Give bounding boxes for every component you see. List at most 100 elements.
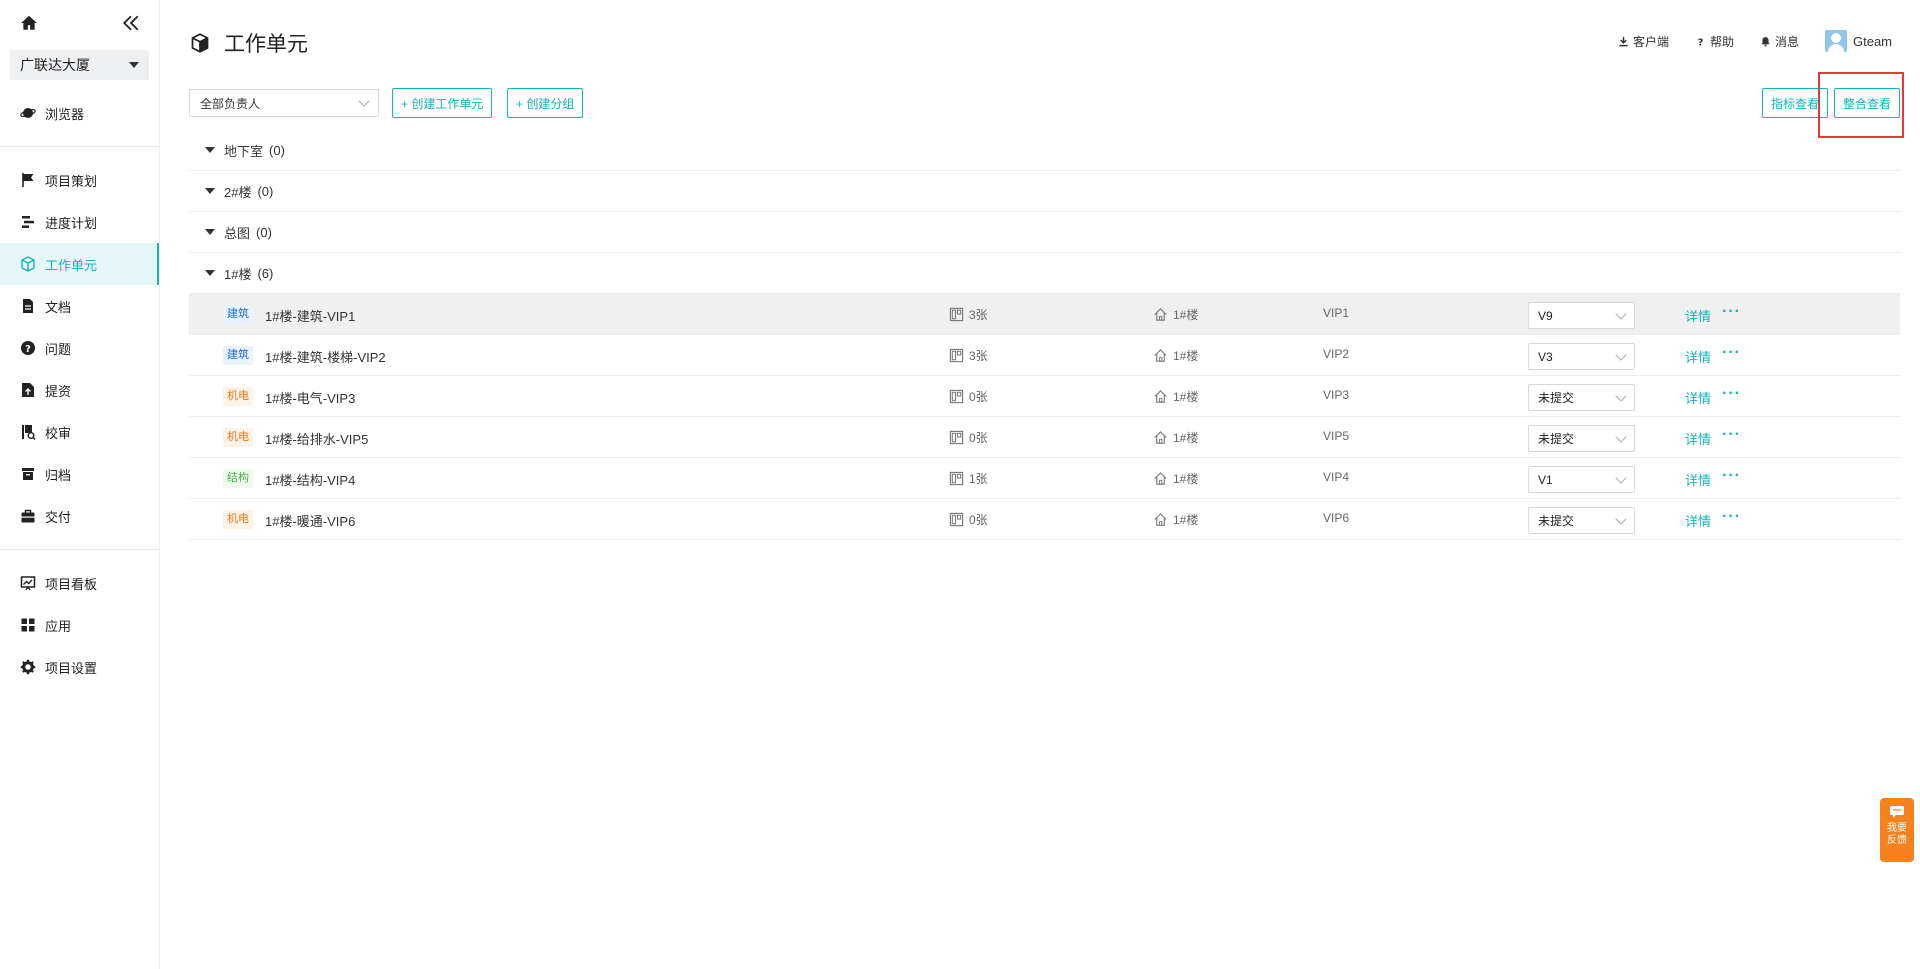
archive-box-icon [22,468,34,480]
sidebar-top [0,0,159,46]
table-row[interactable]: 建筑 1#楼-建筑-楼梯-VIP2 3张 1#楼 VIP2 V3 详情 ··· [189,335,1900,376]
detail-link[interactable]: 详情 [1685,388,1711,407]
house-icon [1154,513,1167,526]
sidebar-item-dashboard[interactable]: 项目看板 [0,562,159,604]
sidebar-item-settings[interactable]: 项目设置 [0,646,159,688]
sidebar-item-apps[interactable]: 应用 [0,604,159,646]
floor-value: 1#楼 [1173,431,1199,445]
version-value: 未提交 [1538,432,1575,446]
detail-link[interactable]: 详情 [1685,429,1711,448]
sidebar-item-label: 文档 [45,299,72,315]
gantt-icon [22,216,34,228]
detail-link[interactable]: 详情 [1685,347,1711,366]
sidebar-item-documents[interactable]: 文档 [0,285,159,327]
sidebar-item-planning[interactable]: 项目策划 [0,159,159,201]
sidebar-item-label: 项目设置 [45,660,98,676]
more-actions-icon[interactable]: ··· [1722,344,1741,362]
sidebar-item-label: 工作单元 [45,257,98,273]
more-actions-icon[interactable]: ··· [1722,303,1741,321]
indicator-view-button[interactable]: 指标查看 [1761,88,1828,118]
drawing-sheet-icon [949,471,964,486]
sidebar-item-archive[interactable]: 归档 [0,453,159,495]
group-row[interactable]: 2#楼 (0) [189,171,1900,212]
sidebar-item-review[interactable]: 校审 [0,411,159,453]
sidebar-item-label: 进度计划 [45,215,98,231]
version-select[interactable]: 未提交 [1528,384,1635,411]
table-row[interactable]: 建筑 1#楼-建筑-VIP1 3张 1#楼 VIP1 V9 详情 ··· [189,294,1900,335]
divider [0,146,159,147]
floor-value: 1#楼 [1173,472,1199,486]
group-count: (0) [257,183,274,199]
sidebar-item-work-unit[interactable]: 工作单元 [0,243,159,285]
floor-value: 1#楼 [1173,513,1199,527]
sidebar-item-label: 应用 [45,618,72,634]
chart-board-icon [20,576,36,591]
sheet-count: 3张 [949,347,988,364]
sidebar-item-issues[interactable]: ? 问题 [0,327,159,369]
integrate-view-button[interactable]: 整合查看 [1833,88,1900,118]
client-download-link[interactable]: 客户端 [1618,33,1669,50]
more-actions-icon[interactable]: ··· [1722,508,1741,526]
owner-filter-select[interactable]: 全部负责人 [189,89,379,117]
caret-down-icon [205,270,215,276]
drawing-sheet-icon [949,389,964,404]
create-work-unit-button[interactable]: + 创建工作单元 [392,88,493,118]
unit-code: VIP5 [1323,429,1350,443]
sidebar-item-submission[interactable]: 提资 [0,369,159,411]
more-actions-icon[interactable]: ··· [1722,385,1741,403]
feedback-button[interactable]: 我要 反馈 [1880,798,1914,862]
detail-link[interactable]: 详情 [1685,470,1711,489]
sidebar-item-label: 校审 [45,425,72,441]
sidebar-item-label: 项目看板 [45,576,98,592]
discipline-tag: 机电 [223,387,253,406]
collapse-sidebar-icon[interactable] [122,14,140,32]
unit-code: VIP1 [1323,306,1350,320]
sidebar-item-browser[interactable]: 浏览器 [0,92,159,134]
table-row[interactable]: 机电 1#楼-给排水-VIP5 0张 1#楼 VIP5 未提交 详情 ··· [189,417,1900,458]
version-select[interactable]: V3 [1528,343,1635,370]
sheet-count: 3张 [949,306,988,323]
detail-link[interactable]: 详情 [1685,306,1711,325]
floor-info: 1#楼 [1153,429,1198,446]
download-icon [1619,36,1628,46]
group-row[interactable]: 总图 (0) [189,212,1900,253]
user-menu[interactable]: Gteam [1824,30,1892,52]
header-actions: 客户端 ? 帮助 消息 Gteam [1618,30,1892,52]
unit-code: VIP3 [1323,388,1350,402]
group-row[interactable]: 1#楼 (6) [189,253,1900,294]
home-icon[interactable] [20,14,38,32]
unit-name: 1#楼-结构-VIP4 [265,473,356,488]
chevron-down-icon [1615,471,1627,484]
version-select[interactable]: 未提交 [1528,507,1635,534]
sidebar-item-schedule[interactable]: 进度计划 [0,201,159,243]
toolbar: 全部负责人 + 创建工作单元 + 创建分组 指标查看 整合查看 [189,88,1900,118]
group-name: 总图 [224,225,251,241]
discipline-tag: 机电 [223,510,253,529]
more-actions-icon[interactable]: ··· [1722,426,1741,444]
version-value: V1 [1538,472,1553,487]
unit-code: VIP4 [1323,470,1350,484]
main-content: 工作单元 客户端 ? 帮助 消息 Gteam 全部负责人 + 创建工作单元 + … [160,0,1920,969]
more-actions-icon[interactable]: ··· [1722,467,1741,485]
group-row[interactable]: 地下室 (0) [189,130,1900,171]
drawing-sheet-icon [949,512,964,527]
detail-link[interactable]: 详情 [1685,511,1711,530]
version-select[interactable]: V9 [1528,302,1635,329]
floor-info: 1#楼 [1153,470,1198,487]
project-selector[interactable]: 广联达大厦 [10,50,149,80]
version-select[interactable]: V1 [1528,466,1635,493]
version-select[interactable]: 未提交 [1528,425,1635,452]
help-link[interactable]: ? 帮助 [1695,33,1734,50]
table-row[interactable]: 机电 1#楼-暖通-VIP6 0张 1#楼 VIP6 未提交 详情 ··· [189,499,1900,540]
sidebar-item-label: 交付 [45,509,72,525]
messages-link[interactable]: 消息 [1760,33,1799,50]
review-icon [22,425,36,440]
create-group-button[interactable]: + 创建分组 [507,88,584,118]
chevron-down-icon [1615,307,1627,320]
table-row[interactable]: 结构 1#楼-结构-VIP4 1张 1#楼 VIP4 V1 详情 ··· [189,458,1900,499]
table-row[interactable]: 机电 1#楼-电气-VIP3 0张 1#楼 VIP3 未提交 详情 ··· [189,376,1900,417]
sidebar-item-delivery[interactable]: 交付 [0,495,159,537]
house-icon [1154,390,1167,403]
gear-icon [20,659,36,675]
caret-down-icon [129,62,139,68]
